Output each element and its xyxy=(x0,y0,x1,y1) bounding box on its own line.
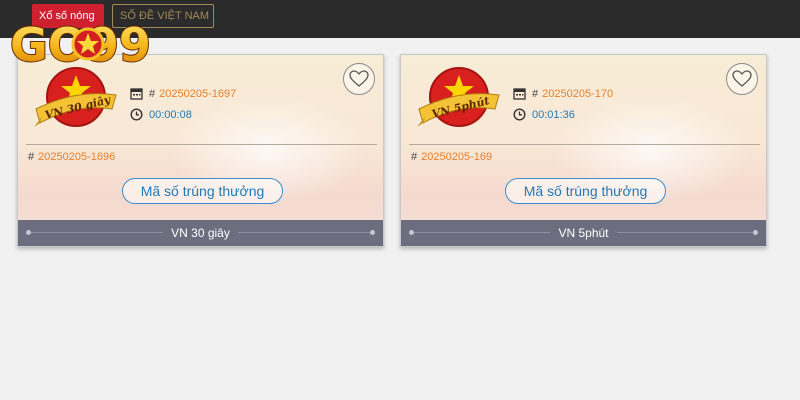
countdown-row: 00:00:08 xyxy=(130,108,192,121)
lottery-card-vn5m[interactable]: VN 5phút # 20250205-170 00:01:36 # 20250… xyxy=(400,54,767,247)
current-issue-row: # 20250205-1697 xyxy=(130,87,236,100)
previous-issue-row: # 20250205-1696 xyxy=(28,151,115,163)
lottery-card-vn30s[interactable]: VN 30 giây # 20250205-1697 00:00:08 # 20… xyxy=(17,54,384,247)
card-footer[interactable]: VN 30 giây xyxy=(18,220,383,246)
current-issue-number: 20250205-170 xyxy=(542,87,614,100)
winning-numbers-button[interactable]: Mã số trúng thưởng xyxy=(505,178,666,204)
current-issue-number: 20250205-1697 xyxy=(159,87,237,100)
previous-issue-number: 20250205-1696 xyxy=(38,151,116,163)
favorite-button[interactable] xyxy=(726,63,758,95)
hash-symbol: # xyxy=(411,151,418,163)
scrollbar-track[interactable] xyxy=(786,38,800,400)
current-issue-row: # 20250205-170 xyxy=(513,87,613,100)
hash-symbol: # xyxy=(28,151,35,163)
vietnam-flag-badge-icon: VN 5phút xyxy=(417,67,500,127)
card-footer[interactable]: VN 5phút xyxy=(401,220,766,246)
card-title: VN 5phút xyxy=(550,226,617,240)
winning-numbers-button[interactable]: Mã số trúng thưởng xyxy=(122,178,283,204)
previous-issue-row: # 20250205-169 xyxy=(411,151,492,163)
favorite-button[interactable] xyxy=(343,63,375,95)
go99-logo: GO99 xyxy=(9,17,152,72)
heart-icon xyxy=(349,70,369,87)
hash-symbol: # xyxy=(532,87,539,100)
vietnam-flag-badge-icon: VN 30 giây xyxy=(34,67,117,127)
countdown-timer: 00:01:36 xyxy=(532,108,575,121)
calendar-icon xyxy=(130,88,143,100)
hash-symbol: # xyxy=(149,87,156,100)
clock-icon xyxy=(513,108,526,121)
calendar-icon xyxy=(513,88,526,100)
divider xyxy=(409,144,760,145)
divider xyxy=(26,144,377,145)
previous-issue-number: 20250205-169 xyxy=(421,151,493,163)
card-title: VN 30 giây xyxy=(163,226,238,240)
countdown-row: 00:01:36 xyxy=(513,108,575,121)
heart-icon xyxy=(732,70,752,87)
clock-icon xyxy=(130,108,143,121)
countdown-timer: 00:00:08 xyxy=(149,108,192,121)
logo-star-icon xyxy=(71,27,105,61)
